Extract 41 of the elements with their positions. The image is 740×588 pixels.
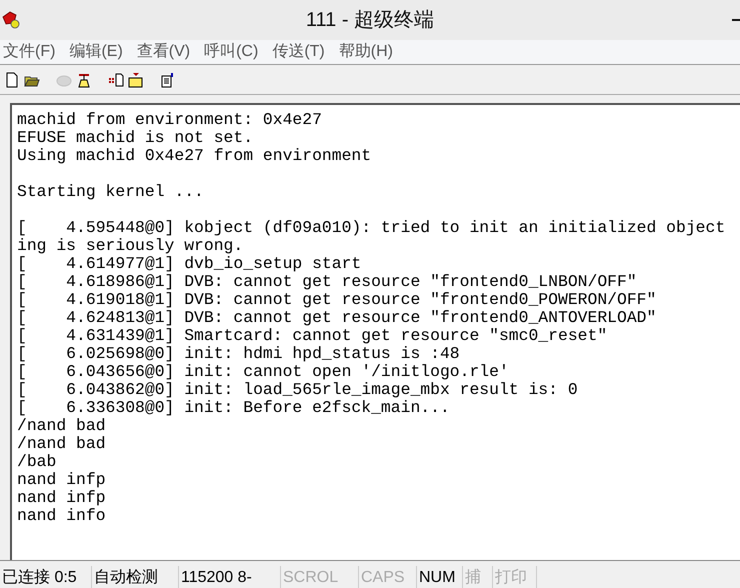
status-field: 打印	[493, 566, 537, 588]
terminal-line: [ 4.618986@1] DVB: cannot get resource "frontend0_LNBON/OFF"	[17, 273, 637, 291]
terminal-line: machid from environment: 0x4e27	[17, 111, 322, 129]
terminal-line: [ 6.025698@0] init: hdmi hpd_status is :48	[17, 345, 460, 363]
terminal-line: /bab	[17, 453, 56, 471]
terminal-line: nand infp	[17, 489, 106, 507]
receive-folder-icon[interactable]	[128, 72, 144, 88]
menu-item[interactable]: 呼叫(C)	[204, 40, 258, 64]
status-field: 捕	[463, 566, 493, 588]
terminal-line: [ 6.336308@0] init: Before e2fsck_main...	[17, 399, 450, 417]
terminal-line: /nand bad	[17, 435, 106, 453]
terminal-line: [ 4.614977@1] dvb_io_setup start	[17, 255, 362, 273]
status-field: SCROL	[281, 566, 359, 588]
terminal-line: [ 4.595448@0] kobject (df09a010): tried to init an initialized object	[17, 219, 726, 237]
terminal-line: [ 6.043656@0] init: cannot open '/initlogo.rle'	[17, 363, 509, 381]
status-field: 已连接 0:5	[0, 566, 92, 588]
status-field: 自动检测	[92, 566, 179, 588]
terminal-line: Using machid 0x4e27 from environment	[17, 147, 372, 165]
menu-item[interactable]: 帮助(H)	[338, 40, 393, 64]
new-document-icon[interactable]	[4, 72, 20, 88]
terminal-line: Starting kernel ...	[17, 183, 204, 201]
menu-item[interactable]: 传送(T)	[272, 40, 325, 64]
status-field: CAPS	[359, 566, 417, 588]
terminal-line: nand infp	[17, 471, 106, 489]
properties-icon[interactable]	[160, 72, 176, 88]
terminal-line: [ 6.043862@0] init: load_565rle_image_mbx result is: 0	[17, 381, 578, 399]
terminal-line: [ 4.624813@1] DVB: cannot get resource "frontend0_ANTOVERLOAD"	[17, 309, 656, 327]
menu-item[interactable]: 文件(F)	[3, 40, 56, 64]
window-title: 111 - 超级终端	[306, 8, 434, 33]
terminal-line: ing is seriously wrong.	[17, 237, 244, 255]
terminal-line: EFUSE machid is not set.	[17, 129, 254, 147]
terminal-line: /nand bad	[17, 417, 106, 435]
terminal-line: [ 4.631439@1] Smartcard: cannot get resource "smc0_reset"	[17, 327, 608, 345]
status-field: NUM	[417, 566, 463, 588]
menu-item[interactable]: 查看(V)	[136, 40, 190, 64]
minimize-icon[interactable]	[732, 19, 740, 22]
send-file-icon[interactable]	[108, 72, 124, 88]
terminal-line: nand info	[17, 507, 106, 525]
terminal-line: [ 4.619018@1] DVB: cannot get resource "frontend0_POWERON/OFF"	[17, 291, 656, 309]
status-field: 115200 8-	[179, 566, 281, 588]
menu-item[interactable]: 编辑(E)	[69, 40, 123, 64]
